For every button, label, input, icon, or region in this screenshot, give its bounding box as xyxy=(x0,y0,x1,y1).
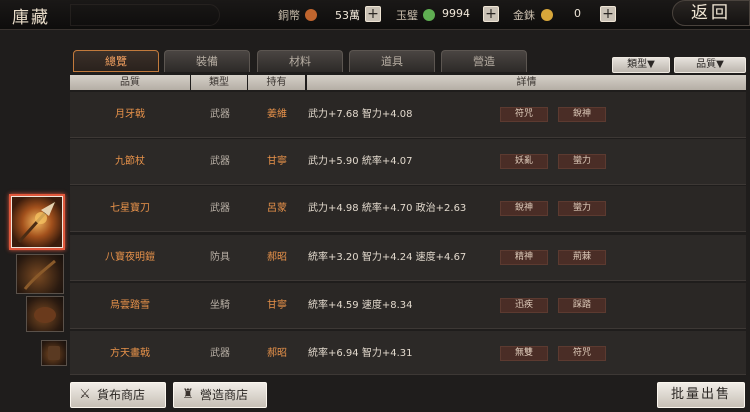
item-name: 方天畫戟 xyxy=(110,348,150,359)
gold-coin-icon xyxy=(541,9,553,21)
staff-icon xyxy=(23,259,56,290)
table-row[interactable]: 方天畫戟 武器 郝昭 統率+6.94 智力+4.31 無雙 符咒 xyxy=(70,331,746,375)
cloth-shop-button[interactable]: ⚔ 貨布商店 xyxy=(70,382,166,408)
quality-filter-dropdown[interactable]: 品質▼ xyxy=(674,57,746,73)
jade-coin-icon xyxy=(423,9,435,21)
item-name: 九節杖 xyxy=(115,156,145,167)
button-label: 營造商店 xyxy=(200,388,249,402)
bulk-sell-button[interactable]: 批量出售 xyxy=(657,382,745,408)
item-type: 武器 xyxy=(210,109,230,120)
currency-value: 9994 xyxy=(442,7,470,20)
item-stats: 武力+4.98 統率+4.70 政治+2.63 xyxy=(308,203,467,214)
column-header-owner: 持有 xyxy=(248,75,305,90)
item-owner: 姜維 xyxy=(267,109,287,120)
item-trait-tag: 蠻力 xyxy=(558,154,606,169)
item-trait-tag: 精神 xyxy=(500,250,548,265)
item-owner: 甘寧 xyxy=(267,300,287,311)
item-owner: 郝昭 xyxy=(267,348,287,359)
copper-coin-icon xyxy=(305,9,317,21)
add-jade-button[interactable]: + xyxy=(483,6,499,22)
item-name: 烏雲踏雪 xyxy=(110,300,150,311)
currency-jade: 玉璧 9994 + xyxy=(396,4,500,26)
staff-icon[interactable] xyxy=(16,254,64,294)
back-button[interactable]: 返回 xyxy=(672,0,750,26)
item-trait-tag: 銳神 xyxy=(500,201,548,216)
tab-materials[interactable]: 材料 xyxy=(257,50,343,72)
tab-construction[interactable]: 營造 xyxy=(441,50,527,72)
item-type: 武器 xyxy=(210,348,230,359)
tab-items[interactable]: 道具 xyxy=(349,50,435,72)
item-trait-tag: 迅疾 xyxy=(500,298,548,313)
top-bar: 庫藏 銅幣 53萬 + 玉璧 9994 + 金銖 0 + 返回 xyxy=(0,0,750,30)
tower-icon: ♜ xyxy=(182,387,194,402)
item-type: 坐騎 xyxy=(210,300,230,311)
item-trait-tag: 踩踏 xyxy=(558,298,606,313)
armor-icon xyxy=(48,346,60,360)
column-header-detail: 詳情 xyxy=(307,75,746,90)
beast-icon[interactable] xyxy=(26,296,64,332)
column-header-type: 類型 xyxy=(191,75,247,90)
currency-gold: 金銖 0 + xyxy=(513,4,617,26)
tab-overview[interactable]: 總覽 xyxy=(73,50,159,72)
sword-icon: ⚔ xyxy=(79,387,91,402)
table-row[interactable]: 烏雲踏雪 坐騎 甘寧 統率+4.59 速度+8.34 迅疾 踩踏 xyxy=(70,283,746,329)
item-name: 月牙戟 xyxy=(115,109,145,120)
currency-value: 0 xyxy=(574,7,581,20)
type-filter-dropdown[interactable]: 類型▼ xyxy=(612,57,670,73)
item-trait-tag: 無雙 xyxy=(500,346,548,361)
add-copper-button[interactable]: + xyxy=(365,6,381,22)
item-type: 武器 xyxy=(210,203,230,214)
button-label: 貨布商店 xyxy=(97,388,146,402)
item-trait-tag: 妖亂 xyxy=(500,154,548,169)
item-owner: 郝昭 xyxy=(267,252,287,263)
item-stats: 統率+6.94 智力+4.31 xyxy=(308,348,413,359)
add-gold-button[interactable]: + xyxy=(600,6,616,22)
item-stats: 武力+5.90 統率+4.07 xyxy=(308,156,413,167)
table-row[interactable]: 月牙戟 武器 姜維 武力+7.68 智力+4.08 符咒 銳神 xyxy=(70,92,746,138)
table-row[interactable]: 九節杖 武器 甘寧 武力+5.90 統率+4.07 妖亂 蠻力 xyxy=(70,139,746,185)
column-header-quality: 品質 xyxy=(70,75,190,90)
title-ornament xyxy=(70,4,220,26)
item-owner: 甘寧 xyxy=(267,156,287,167)
currency-value: 53萬 xyxy=(335,9,360,22)
item-stats: 武力+7.68 智力+4.08 xyxy=(308,109,413,120)
beast-icon xyxy=(34,307,56,323)
currency-label: 玉璧 xyxy=(396,9,418,22)
item-stats: 統率+3.20 智力+4.24 速度+4.67 xyxy=(308,252,467,263)
item-type: 防具 xyxy=(210,252,230,263)
item-trait-tag: 銳神 xyxy=(558,107,606,122)
currency-label: 金銖 xyxy=(513,9,535,22)
item-trait-tag: 蠻力 xyxy=(558,201,606,216)
table-row[interactable]: 八寶夜明鎧 防具 郝昭 統率+3.20 智力+4.24 速度+4.67 精神 荊… xyxy=(70,235,746,281)
page-title: 庫藏 xyxy=(12,8,50,28)
item-name: 八寶夜明鎧 xyxy=(105,252,155,263)
item-trait-tag: 符咒 xyxy=(558,346,606,361)
halberd-icon xyxy=(17,200,57,244)
item-stats: 統率+4.59 速度+8.34 xyxy=(308,300,413,311)
currency-copper: 銅幣 53萬 + xyxy=(278,4,382,26)
item-trait-tag: 符咒 xyxy=(500,107,548,122)
item-type: 武器 xyxy=(210,156,230,167)
build-shop-button[interactable]: ♜ 營造商店 xyxy=(173,382,267,408)
tab-equipment[interactable]: 裝備 xyxy=(164,50,250,72)
halberd-icon[interactable] xyxy=(9,194,65,250)
table-row[interactable]: 七星寶刀 武器 呂蒙 武力+4.98 統率+4.70 政治+2.63 銳神 蠻力 xyxy=(70,186,746,232)
currency-label: 銅幣 xyxy=(278,9,300,22)
item-trait-tag: 荊棘 xyxy=(558,250,606,265)
item-owner: 呂蒙 xyxy=(267,203,287,214)
item-name: 七星寶刀 xyxy=(110,203,150,214)
armor-icon[interactable] xyxy=(41,340,67,366)
